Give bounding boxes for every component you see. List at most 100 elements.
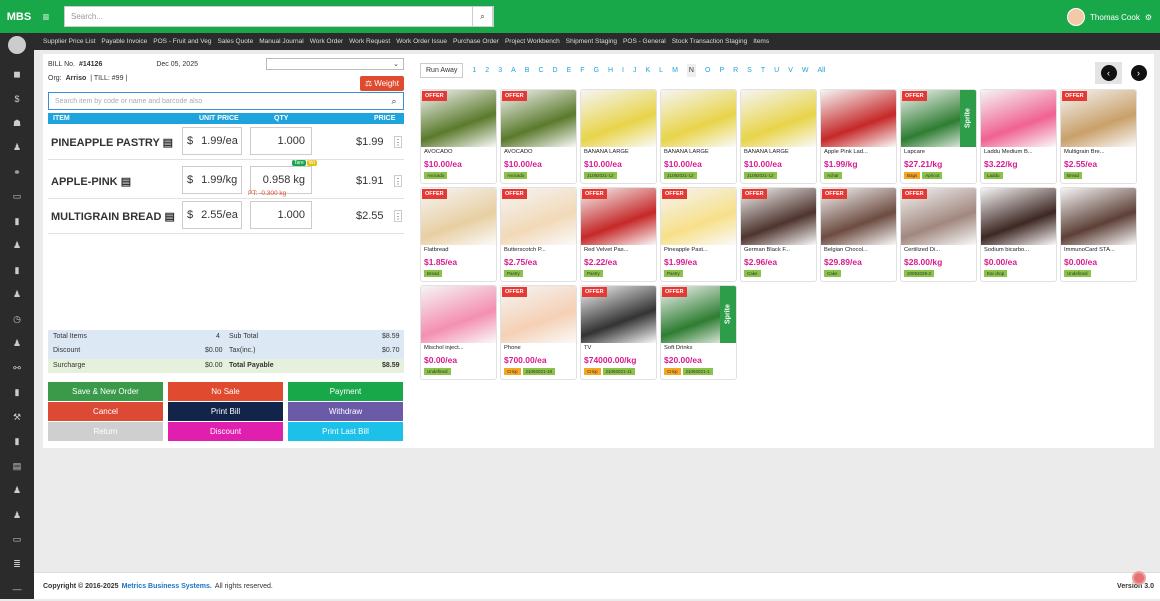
brand-logo[interactable]: MBS	[0, 0, 38, 33]
nav-item[interactable]: Manual Journal	[259, 38, 303, 45]
letter-filter[interactable]: N	[687, 64, 696, 77]
help-icon[interactable]	[1132, 571, 1146, 585]
product-card[interactable]: OFFERRed Velvet Pas...$2.22/eaPastry	[580, 187, 657, 282]
letter-filter[interactable]: B	[525, 67, 530, 74]
product-card[interactable]: OFFERAVOCADO$10.00/eaAvocado	[500, 89, 577, 184]
next-page-button[interactable]: ›	[1125, 62, 1152, 84]
settings-icon[interactable]: ⚙	[1145, 13, 1152, 22]
letter-filter[interactable]: 3	[498, 67, 502, 74]
product-card[interactable]: OFFERPhone$700.00/eaCrisp21092021-18	[500, 285, 577, 380]
product-card[interactable]: OFFERPineapple Past...$1.99/eaPastry	[660, 187, 737, 282]
nav-item[interactable]: Stock Transaction Staging	[672, 38, 748, 45]
letter-filter[interactable]: F	[580, 67, 584, 74]
user-icon[interactable]: ♟	[0, 136, 34, 161]
note-icon[interactable]: ▤	[121, 176, 131, 188]
product-card[interactable]: OFFERBelgian Chocol...$29.89/eaCake	[820, 187, 897, 282]
product-card[interactable]: SpriteOFFERLapcare$27.21/kgBagsApricot	[900, 89, 977, 184]
print-last-bill-button[interactable]: Print Last Bill	[288, 422, 403, 441]
qty-field[interactable]: 1.000	[250, 127, 312, 155]
nav-item[interactable]: POS - General	[623, 38, 666, 45]
nav-item[interactable]: Work Request	[349, 38, 390, 45]
product-card[interactable]: Sodium bicarbo...$0.00/eaEar drop	[980, 187, 1057, 282]
payment-button[interactable]: Payment	[288, 382, 403, 401]
no-sale-button[interactable]: No Sale	[168, 382, 283, 401]
nav-item[interactable]: POS - Fruit and Veg	[153, 38, 211, 45]
product-card[interactable]: Laddu Medium B...$3.22/kgLaddu	[980, 89, 1057, 184]
letter-filter[interactable]: R	[733, 67, 738, 74]
letter-filter[interactable]: 1	[472, 67, 476, 74]
letter-filter[interactable]: U	[774, 67, 779, 74]
qty-field[interactable]: 1.000	[250, 201, 312, 229]
link-icon[interactable]: ⚯	[0, 356, 34, 381]
company-link[interactable]: Metrics Business Systems.	[122, 583, 212, 590]
user-menu[interactable]: Thomas Cook ⚙	[1067, 8, 1152, 26]
more-icon[interactable]: ⋮	[394, 136, 402, 148]
unit-price-field[interactable]: $1.99/ea	[182, 127, 242, 155]
clock-icon[interactable]: ◷	[0, 307, 34, 332]
wrench-icon[interactable]: ⚒	[0, 405, 34, 430]
unit-price-field[interactable]: $1.99/kg	[182, 166, 242, 194]
user5-icon[interactable]: ♟	[0, 503, 34, 528]
nav-item[interactable]: Work Order Issue	[396, 38, 447, 45]
letter-filter[interactable]: 2	[485, 67, 489, 74]
product-card[interactable]: OFFERButterscotch P...$2.75/eaPastry	[500, 187, 577, 282]
nav-item[interactable]: Sales Quote	[217, 38, 253, 45]
product-card[interactable]: Mischol inject...$0.00/eaUndefined	[420, 285, 497, 380]
letter-filter[interactable]: L	[659, 67, 663, 74]
user4-icon[interactable]: ♟	[0, 479, 34, 504]
product-card[interactable]: ImmunoCard STA...$0.00/eaUndefined	[1060, 187, 1137, 282]
product-card[interactable]: OFFERGerman Black F...$2.96/eaCake	[740, 187, 817, 282]
cancel-button[interactable]: Cancel	[48, 402, 163, 421]
chart3-icon[interactable]: ▮	[0, 430, 34, 455]
product-card[interactable]: OFFERCertilized Di...$28.00/kg20092029-2	[900, 187, 977, 282]
card2-icon[interactable]: ▭	[0, 528, 34, 553]
customer-select[interactable]: ⌄	[266, 58, 404, 70]
person-icon[interactable]: ♟	[0, 234, 34, 259]
product-card[interactable]: SpriteOFFERSoft Drinks$20.00/eaCrisp2109…	[660, 285, 737, 380]
letter-filter[interactable]: A	[511, 67, 516, 74]
minus-icon[interactable]: —	[0, 577, 34, 601]
user3-icon[interactable]: ♟	[0, 332, 34, 357]
letter-filter[interactable]: E	[567, 67, 572, 74]
product-card[interactable]: BANANA LARGE$10.00/ea21092021-12	[740, 89, 817, 184]
return-button[interactable]: Return	[48, 422, 163, 441]
run-away-button[interactable]: Run Away	[420, 63, 463, 78]
nav-item[interactable]: Work Order	[310, 38, 343, 45]
more-icon[interactable]: ⋮	[394, 175, 402, 187]
search-icon[interactable]: ⌕	[472, 6, 493, 27]
letter-filter[interactable]: P	[719, 67, 724, 74]
letter-filter[interactable]: K	[646, 67, 651, 74]
letter-filter[interactable]: O	[705, 67, 710, 74]
share-icon[interactable]: ⚭	[0, 160, 34, 185]
chart-icon[interactable]: ▮	[0, 209, 34, 234]
card-icon[interactable]: ▭	[0, 185, 34, 210]
letter-filter[interactable]: G	[594, 67, 599, 74]
list-icon[interactable]: ≣	[0, 552, 34, 577]
prev-page-button[interactable]: ‹	[1095, 62, 1122, 84]
nav-item[interactable]: Payable Invoice	[101, 38, 147, 45]
item-search-input[interactable]: Search item by code or name and barcode …	[48, 92, 404, 110]
nav-item[interactable]: Items	[753, 38, 769, 45]
product-card[interactable]: BANANA LARGE$10.00/ea21092021-12	[660, 89, 737, 184]
doc-icon[interactable]: ▤	[0, 454, 34, 479]
product-card[interactable]: OFFERMultigrain Bre...$2.55/eaBread	[1060, 89, 1137, 184]
product-card[interactable]: OFFERTV$74000.00/kgCrisp21092021-11	[580, 285, 657, 380]
print-bill-button[interactable]: Print Bill	[168, 402, 283, 421]
person2-icon[interactable]: ♟	[0, 283, 34, 308]
product-card[interactable]: OFFERFlatbread$1.85/eaBread	[420, 187, 497, 282]
withdraw-button[interactable]: Withdraw	[288, 402, 403, 421]
letter-filter[interactable]: J	[633, 67, 637, 74]
menu-icon[interactable]: ≡	[38, 10, 54, 24]
nav-item[interactable]: Supplier Price List	[43, 38, 95, 45]
letter-filter[interactable]: S	[747, 67, 752, 74]
letter-filter[interactable]: T	[761, 67, 765, 74]
dollar-icon[interactable]: $	[0, 87, 34, 112]
letter-filter[interactable]: C	[538, 67, 543, 74]
users-icon[interactable]: ☗	[0, 111, 34, 136]
nav-item[interactable]: Purchase Order	[453, 38, 499, 45]
letter-filter[interactable]: I	[622, 67, 624, 74]
bar-icon[interactable]: ▮	[0, 258, 34, 283]
search-icon[interactable]: ⌕	[385, 93, 403, 109]
letter-filter[interactable]: V	[788, 67, 793, 74]
global-search-input[interactable]: Search... ⌕	[64, 6, 494, 27]
